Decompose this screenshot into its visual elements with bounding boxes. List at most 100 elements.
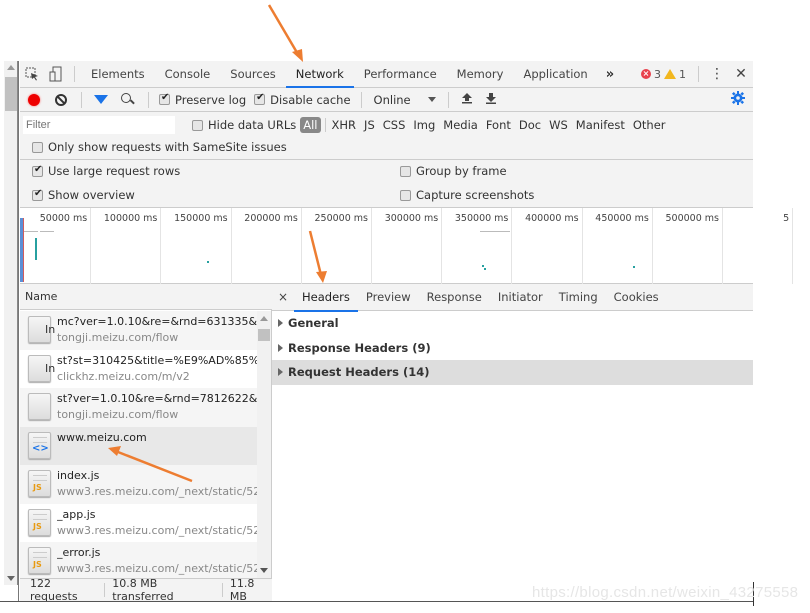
- throttling-select[interactable]: Online: [368, 93, 442, 107]
- timeline-overview[interactable]: 50000 ms 100000 ms 150000 ms 200000 ms 25000…: [20, 208, 794, 284]
- error-count: 3: [654, 67, 661, 81]
- request-row[interactable]: <> www.meizu.com: [20, 426, 257, 465]
- checkbox-box[interactable]: [32, 188, 43, 201]
- scroll-down-arrow-icon[interactable]: [7, 576, 15, 581]
- details-tab-cookies[interactable]: Cookies: [606, 284, 667, 311]
- filter-type-css[interactable]: CSS: [379, 118, 410, 132]
- overview-tick-label: 200000 ms: [244, 213, 298, 224]
- section-general[interactable]: General: [272, 311, 753, 336]
- issues-counter[interactable]: × 3 1: [641, 68, 686, 81]
- request-url: www3.res.meizu.com/_next/static/52f6f2: [57, 523, 257, 537]
- large-rows-checkbox[interactable]: Use large request rows: [32, 164, 180, 178]
- request-row[interactable]: st?ver=1.0.10&re=&rnd=7812622&rc=... tong…: [20, 388, 257, 427]
- filter-type-all[interactable]: All: [300, 117, 321, 133]
- checkbox-box[interactable]: [159, 92, 170, 105]
- device-toolbar-icon[interactable]: [44, 61, 68, 87]
- details-tab-preview[interactable]: Preview: [358, 284, 419, 311]
- scroll-up-arrow-icon[interactable]: [7, 65, 15, 70]
- tabbar-separator: [698, 66, 699, 82]
- network-status-bar: 122 requests 10.8 MB transferred 11.8 MB: [20, 577, 272, 603]
- page-scrollbar[interactable]: [4, 61, 18, 585]
- overview-gridline: [792, 208, 794, 284]
- section-title: General: [288, 316, 339, 330]
- capture-screenshots-label: Capture screenshots: [416, 188, 535, 202]
- name-column-header[interactable]: Name: [20, 284, 272, 310]
- warning-count: 1: [679, 67, 686, 81]
- show-overview-checkbox[interactable]: Show overview: [32, 188, 135, 202]
- import-har-icon[interactable]: [461, 92, 473, 107]
- tab-sources[interactable]: Sources: [220, 61, 286, 87]
- group-by-frame-checkbox[interactable]: Group by frame: [400, 164, 507, 178]
- overview-tick-label: 50000 ms: [39, 213, 88, 224]
- filter-separator: [324, 118, 326, 132]
- filter-type-img[interactable]: Img: [409, 118, 439, 132]
- request-count: 122 requests: [30, 577, 78, 603]
- clear-icon[interactable]: [55, 93, 67, 106]
- filter-type-doc[interactable]: Doc: [515, 118, 545, 132]
- request-list-scrollbar-thumb[interactable]: [258, 329, 270, 341]
- filter-type-ws[interactable]: WS: [545, 118, 572, 132]
- tab-memory[interactable]: Memory: [447, 61, 514, 87]
- tab-console[interactable]: Console: [155, 61, 221, 87]
- details-tab-initiator[interactable]: Initiator: [490, 284, 551, 311]
- filter-type-js[interactable]: JS: [360, 118, 379, 132]
- filter-type-media[interactable]: Media: [439, 118, 482, 132]
- disable-cache-checkbox[interactable]: Disable cache: [254, 92, 351, 107]
- checkbox-box[interactable]: [32, 164, 43, 177]
- filter-funnel-icon[interactable]: [94, 95, 108, 104]
- request-url: www3.res.meizu.com/_next/static/52f6f2: [57, 485, 257, 498]
- request-row[interactable]: Inst?st=310425&title=%E9%AD%85%E6% clickh…: [20, 349, 257, 388]
- search-icon[interactable]: [120, 92, 136, 108]
- checkbox-box[interactable]: [192, 119, 203, 131]
- details-tabbar: × Headers Preview Response Initiator Tim…: [272, 284, 753, 312]
- request-row[interactable]: JS _app.js www3.res.meizu.com/_next/static…: [20, 503, 257, 542]
- checkbox-box[interactable]: [254, 92, 266, 105]
- kebab-menu-icon[interactable]: ⋮: [705, 66, 729, 82]
- capture-screenshots-checkbox[interactable]: Capture screenshots: [400, 188, 534, 202]
- section-request-headers[interactable]: Request Headers (14): [272, 360, 753, 385]
- section-response-headers[interactable]: Response Headers (9): [272, 336, 753, 361]
- samesite-label: Only show requests with SameSite issues: [48, 140, 287, 154]
- section-title: Response Headers (9): [288, 340, 431, 355]
- scroll-down-arrow-icon[interactable]: [260, 568, 268, 573]
- close-details-button[interactable]: ×: [272, 290, 294, 304]
- tab-performance[interactable]: Performance: [354, 61, 447, 87]
- page-scrollbar-thumb[interactable]: [5, 77, 17, 111]
- request-row[interactable]: Inmc?ver=1.0.10&re=&rnd=631335&rc=... ton…: [20, 311, 257, 350]
- request-row[interactable]: JS index.js www3.res.meizu.com/_next/stati…: [20, 465, 257, 504]
- overview-tick-label: 150000 ms: [174, 213, 228, 224]
- request-url: clickhz.meizu.com/m/v2: [57, 369, 190, 383]
- script-file-icon: JS: [28, 547, 51, 574]
- checkbox-box[interactable]: [400, 189, 411, 201]
- record-icon[interactable]: [28, 93, 40, 106]
- tab-network[interactable]: Network: [285, 61, 354, 88]
- details-tab-headers[interactable]: Headers: [294, 284, 358, 312]
- export-har-icon[interactable]: [485, 92, 497, 107]
- gear-icon[interactable]: [731, 90, 745, 109]
- checkbox-box[interactable]: [400, 165, 411, 177]
- details-tab-response[interactable]: Response: [419, 284, 490, 311]
- preserve-log-checkbox[interactable]: Preserve log: [159, 92, 246, 107]
- samesite-checkbox[interactable]: Only show requests with SameSite issues: [32, 140, 287, 154]
- hide-data-urls-checkbox[interactable]: Hide data URLs: [192, 118, 296, 132]
- close-icon[interactable]: ✕: [729, 66, 753, 82]
- scroll-up-arrow-icon[interactable]: [260, 316, 268, 321]
- checkbox-box[interactable]: [32, 141, 43, 153]
- filter-type-other[interactable]: Other: [629, 118, 670, 132]
- tab-application[interactable]: Application: [513, 61, 597, 87]
- filter-type-font[interactable]: Font: [482, 118, 515, 132]
- inspect-element-icon[interactable]: [20, 61, 44, 87]
- filter-type-xhr[interactable]: XHR: [328, 118, 361, 132]
- request-row[interactable]: JS _error.js www3.res.meizu.com/_next/stat…: [20, 542, 257, 578]
- more-tabs-button[interactable]: »: [598, 67, 622, 82]
- filter-input[interactable]: [23, 116, 175, 134]
- filter-type-manifest[interactable]: Manifest: [572, 118, 629, 132]
- section-title: Request Headers (14): [288, 365, 430, 379]
- page-divider: [18, 61, 19, 601]
- toolbar-separator: [360, 91, 362, 108]
- watermark-text: https://blog.csdn.net/weixin_43275558: [532, 584, 799, 601]
- overview-request-mark: [24, 231, 38, 232]
- details-tab-timing[interactable]: Timing: [551, 284, 606, 311]
- request-list-scrollbar[interactable]: [257, 311, 271, 578]
- tab-elements[interactable]: Elements: [81, 61, 155, 87]
